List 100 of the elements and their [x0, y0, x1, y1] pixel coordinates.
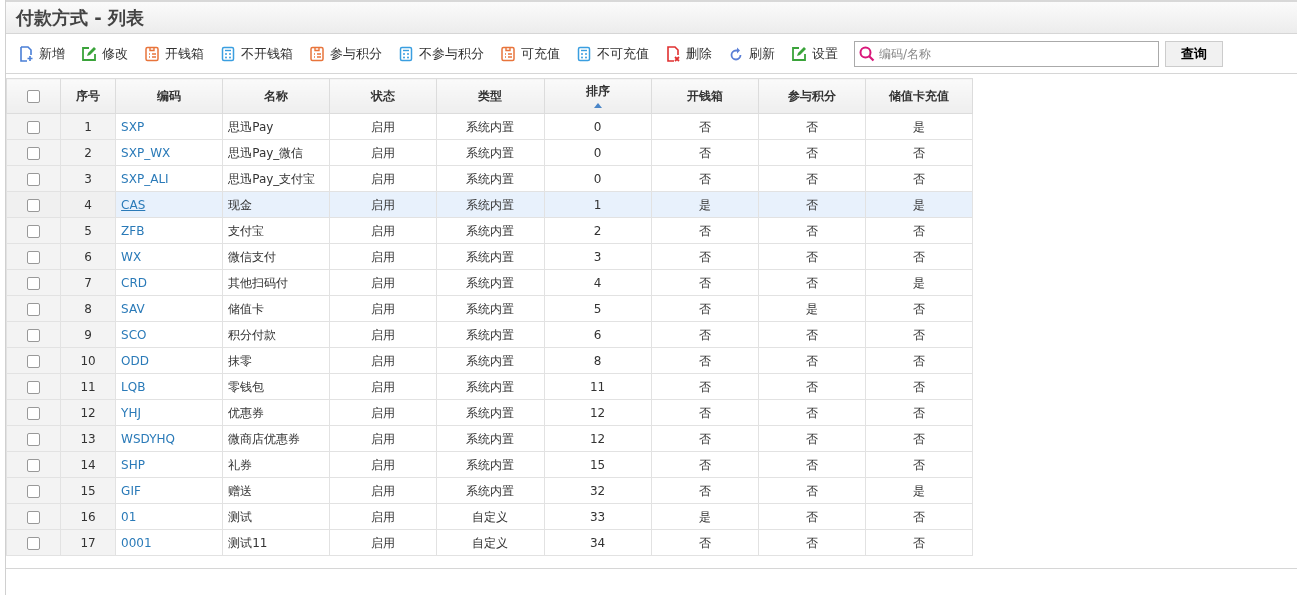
- table-row[interactable]: 8 SAV 储值卡 启用 系统内置 5 否 是 否: [6, 295, 973, 322]
- toolbar-button[interactable]: 开钱箱: [138, 39, 210, 68]
- table-cell: 1: [593, 197, 602, 212]
- column-header[interactable]: 开钱箱: [651, 78, 759, 114]
- toolbar-button[interactable]: 不参与积分: [392, 39, 490, 68]
- code-link[interactable]: 0001: [121, 535, 152, 550]
- table-cell: 4: [84, 197, 92, 212]
- table-cell: 启用: [371, 249, 396, 264]
- table-cell: 否: [698, 301, 711, 316]
- table-cell: 是: [698, 509, 711, 524]
- code-link[interactable]: CAS: [121, 197, 146, 212]
- table-cell: 否: [805, 353, 818, 368]
- table-row[interactable]: 4 CAS 现金 启用 系统内置 1 是 否 是: [6, 191, 973, 218]
- code-link[interactable]: LQB: [121, 379, 146, 394]
- table-cell: 10: [80, 353, 96, 368]
- table-cell: 否: [912, 145, 925, 160]
- table-row[interactable]: 10 ODD 抹零 启用 系统内置 8 否 否 否: [6, 347, 973, 374]
- toolbar-button[interactable]: 可充值: [494, 39, 566, 68]
- row-checkbox[interactable]: [27, 406, 40, 420]
- table-cell: 否: [912, 327, 925, 342]
- table-row[interactable]: 15 GIF 赠送 启用 系统内置 32 否 否 是: [6, 477, 973, 504]
- table-cell: 是: [805, 301, 818, 316]
- table-cell: 8: [84, 301, 92, 316]
- table-cell: 启用: [371, 145, 396, 160]
- row-checkbox[interactable]: [27, 198, 40, 212]
- table-cell: 系统内置: [466, 353, 515, 368]
- column-header[interactable]: 编码: [115, 78, 223, 114]
- table-row[interactable]: 7 CRD 其他扫码付 启用 系统内置 4 否 否 是: [6, 269, 973, 296]
- column-header[interactable]: 类型: [436, 78, 545, 114]
- table-cell: 启用: [371, 483, 396, 498]
- toolbar-button[interactable]: 刷新: [722, 39, 781, 68]
- table-cell: 微信支付: [228, 249, 277, 264]
- table-cell: 启用: [371, 535, 396, 550]
- row-checkbox[interactable]: [27, 250, 40, 264]
- code-link[interactable]: YHJ: [121, 405, 141, 420]
- toolbar-button[interactable]: 参与积分: [303, 39, 388, 68]
- table-row[interactable]: 14 SHP 礼券 启用 系统内置 15 否 否 否: [6, 451, 973, 478]
- code-link[interactable]: SHP: [121, 457, 145, 472]
- code-link[interactable]: GIF: [121, 483, 141, 498]
- table-row[interactable]: 12 YHJ 优惠券 启用 系统内置 12 否 否 否: [6, 399, 973, 426]
- table-row[interactable]: 17 0001 测试11 启用 自定义 34 否 否 否: [6, 529, 973, 556]
- column-header[interactable]: 储值卡充值: [865, 78, 973, 114]
- toolbar-button[interactable]: 设置: [785, 39, 844, 68]
- row-checkbox[interactable]: [27, 172, 40, 186]
- table-row[interactable]: 11 LQB 零钱包 启用 系统内置 11 否 否 否: [6, 373, 973, 400]
- table-cell: 系统内置: [466, 223, 515, 238]
- code-link[interactable]: SXP: [121, 119, 145, 134]
- table-row[interactable]: 2 SXP_WX 思迅Pay_微信 启用 系统内置 0 否 否 否: [6, 139, 973, 166]
- row-checkbox[interactable]: [27, 380, 40, 394]
- code-link[interactable]: ODD: [121, 353, 150, 368]
- code-link[interactable]: CRD: [121, 275, 148, 290]
- select-all-checkbox[interactable]: [27, 90, 40, 103]
- row-checkbox[interactable]: [27, 536, 40, 550]
- table-row[interactable]: 3 SXP_ALI 思迅Pay_支付宝 启用 系统内置 0 否 否 否: [6, 165, 973, 192]
- row-checkbox[interactable]: [27, 276, 40, 290]
- table-row[interactable]: 13 WSDYHQ 微商店优惠券 启用 系统内置 12 否 否 否: [6, 425, 973, 452]
- table-cell: 启用: [371, 509, 396, 524]
- column-header[interactable]: 序号: [60, 78, 116, 114]
- code-link[interactable]: SAV: [121, 301, 145, 316]
- column-header[interactable]: 名称: [222, 78, 330, 114]
- code-link[interactable]: 01: [121, 509, 137, 524]
- toolbar-button[interactable]: 不开钱箱: [214, 39, 299, 68]
- code-link[interactable]: WX: [121, 249, 142, 264]
- table-row[interactable]: 9 SCO 积分付款 启用 系统内置 6 否 否 否: [6, 321, 973, 348]
- row-checkbox[interactable]: [27, 120, 40, 134]
- table-cell: 否: [805, 275, 818, 290]
- row-checkbox[interactable]: [27, 146, 40, 160]
- table-row[interactable]: 16 01 测试 启用 自定义 33 是 否 否: [6, 503, 973, 530]
- toolbar-button[interactable]: 新增: [12, 39, 71, 68]
- toolbar-button[interactable]: 删除: [659, 39, 718, 68]
- toolbar-button[interactable]: 不可充值: [570, 39, 655, 68]
- row-checkbox[interactable]: [27, 458, 40, 472]
- toolbar-button[interactable]: 修改: [75, 39, 134, 68]
- search-field[interactable]: 编码/名称: [854, 40, 1159, 67]
- table-row[interactable]: 5 ZFB 支付宝 启用 系统内置 2 否 否 否: [6, 217, 973, 244]
- code-link[interactable]: SCO: [121, 327, 147, 342]
- column-header[interactable]: 状态: [329, 78, 437, 114]
- list-icon: [144, 45, 160, 62]
- table-cell: 11: [80, 379, 96, 394]
- row-checkbox[interactable]: [27, 510, 40, 524]
- column-header[interactable]: 排序: [544, 78, 652, 114]
- sort-arrow-icon: [593, 103, 602, 108]
- table-cell: 零钱包: [228, 379, 265, 394]
- row-checkbox[interactable]: [27, 224, 40, 238]
- code-link[interactable]: ZFB: [121, 223, 145, 238]
- search-button[interactable]: 查询: [1165, 40, 1223, 67]
- table-cell: 测试: [228, 509, 253, 524]
- table-cell: 否: [805, 249, 818, 264]
- edit-icon: [81, 45, 97, 62]
- table-cell: 否: [912, 379, 925, 394]
- column-header[interactable]: 参与积分: [758, 78, 866, 114]
- table-row[interactable]: 1 SXP 思迅Pay 启用 系统内置 0 否 否 是: [6, 113, 973, 140]
- table-cell: 否: [805, 483, 818, 498]
- row-checkbox[interactable]: [27, 302, 40, 316]
- row-checkbox[interactable]: [27, 354, 40, 368]
- row-checkbox[interactable]: [27, 432, 40, 446]
- table-row[interactable]: 6 WX 微信支付 启用 系统内置 3 否 否 否: [6, 243, 973, 270]
- row-checkbox[interactable]: [27, 328, 40, 342]
- table-cell: 13: [80, 431, 96, 446]
- row-checkbox[interactable]: [27, 484, 40, 498]
